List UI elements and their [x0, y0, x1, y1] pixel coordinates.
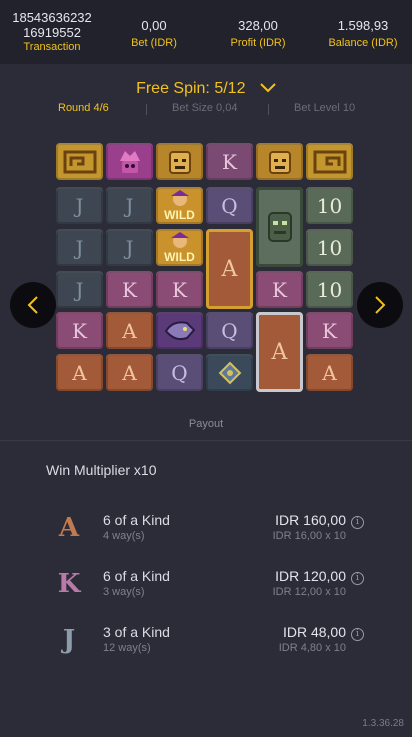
mask-gold-symbol [156, 143, 203, 180]
a-symbol-big: A [206, 229, 253, 309]
divider [146, 104, 147, 115]
bet-info: 0,00 Bet (IDR) [118, 18, 190, 50]
profit-value: 328,00 [238, 18, 278, 33]
transaction-info: 18543636232 16919552 Transaction [2, 10, 102, 54]
bet-value: 0,00 [141, 18, 167, 33]
balance-label: Balance (IDR) [328, 37, 398, 49]
bet-level-label: Bet Level 10 [294, 102, 356, 114]
spin-details: Round 4/6 Bet Size 0,04 Bet Level 10 [0, 102, 412, 120]
win-ways: 3 way(s) [103, 586, 145, 598]
a-symbol: A [56, 354, 103, 391]
info-icon[interactable]: i [351, 516, 364, 529]
ten-symbol: 10 [306, 271, 353, 308]
wild-label: WILD [164, 249, 195, 264]
a-symbol-big: A [256, 312, 303, 392]
k-symbol: K [56, 312, 103, 349]
wild-symbol: WILD [156, 229, 203, 266]
a-symbol-icon: A [58, 513, 80, 543]
win-calc: IDR 4,80 x 10 [278, 642, 346, 654]
win-ways: 4 way(s) [103, 530, 145, 542]
k-symbol: K [256, 271, 303, 308]
info-icon[interactable]: i [351, 628, 364, 641]
win-row: J 3 of a Kind 12 way(s) IDR 48,00 IDR 4,… [0, 624, 412, 664]
payout-title: Payout [188, 418, 224, 430]
transaction-id-line2: 16919552 [23, 25, 81, 40]
free-spin-selector[interactable]: Free Spin: 5/12 [0, 80, 412, 98]
amulet-symbol [206, 354, 253, 391]
balance-value: 1.598,93 [337, 18, 389, 33]
divider [268, 104, 269, 115]
j-symbol: J [106, 229, 153, 266]
win-amount: IDR 160,00 [275, 512, 346, 528]
scroll-symbol [306, 143, 353, 180]
chevron-left-icon [27, 296, 38, 314]
scroll-symbol [56, 143, 103, 180]
k-symbol: K [156, 271, 203, 308]
win-multiplier: Win Multiplier x10 [46, 462, 157, 478]
ten-symbol: 10 [306, 229, 353, 266]
j-symbol: J [56, 271, 103, 308]
bet-label: Bet (IDR) [131, 37, 177, 49]
q-symbol: Q [206, 187, 253, 224]
j-symbol: J [106, 187, 153, 224]
win-amount: IDR 120,00 [275, 568, 346, 584]
previous-button[interactable] [10, 282, 56, 328]
version-label: 1.3.36.28 [362, 718, 404, 729]
next-button[interactable] [357, 282, 403, 328]
j-symbol: J [56, 187, 103, 224]
a-symbol: A [106, 354, 153, 391]
bet-size-label: Bet Size 0,04 [172, 102, 238, 114]
k-symbol: K [306, 312, 353, 349]
mask-pink-symbol [106, 143, 153, 180]
transaction-id-line1: 18543636232 [12, 10, 92, 25]
win-kind: 6 of a Kind [103, 568, 170, 584]
win-kind: 3 of a Kind [103, 624, 170, 640]
profit-label: Profit (IDR) [230, 37, 286, 49]
idol-green-symbol [256, 187, 303, 267]
k-symbol: K [106, 271, 153, 308]
reel-grid: K J J WILD Q 10 J J WILD A 10 J K K K 10… [56, 143, 356, 393]
j-symbol-icon: J [62, 625, 76, 655]
win-row: K 6 of a Kind 3 way(s) IDR 120,00 IDR 12… [0, 568, 412, 608]
j-symbol: J [56, 229, 103, 266]
jaguar-symbol [156, 312, 203, 349]
wild-label: WILD [164, 207, 195, 222]
wild-symbol: WILD [156, 187, 203, 224]
k-symbol-icon: K [57, 569, 81, 599]
balance-info: 1.598,93 Balance (IDR) [318, 18, 408, 50]
chevron-down-icon [260, 80, 276, 98]
round-label: Round 4/6 [58, 102, 109, 114]
win-ways: 12 way(s) [103, 642, 151, 654]
win-amount: IDR 48,00 [282, 624, 346, 640]
k-symbol: K [206, 143, 253, 180]
top-bar: 18543636232 16919552 Transaction 0,00 Be… [0, 0, 412, 64]
chevron-right-icon [375, 296, 386, 314]
info-icon[interactable]: i [351, 572, 364, 585]
transaction-label: Transaction [23, 41, 81, 53]
win-calc: IDR 12,00 x 10 [272, 586, 346, 598]
divider [0, 440, 412, 441]
q-symbol: Q [156, 354, 203, 391]
win-kind: 6 of a Kind [103, 512, 170, 528]
a-symbol: A [306, 354, 353, 391]
win-row: A 6 of a Kind 4 way(s) IDR 160,00 IDR 16… [0, 512, 412, 552]
ten-symbol: 10 [306, 187, 353, 224]
q-symbol: Q [206, 312, 253, 349]
a-symbol: A [106, 312, 153, 349]
win-calc: IDR 16,00 x 10 [272, 530, 346, 542]
profit-info: 328,00 Profit (IDR) [218, 18, 298, 50]
mask-gold-symbol [256, 143, 303, 180]
free-spin-label: Free Spin: 5/12 [136, 80, 246, 98]
